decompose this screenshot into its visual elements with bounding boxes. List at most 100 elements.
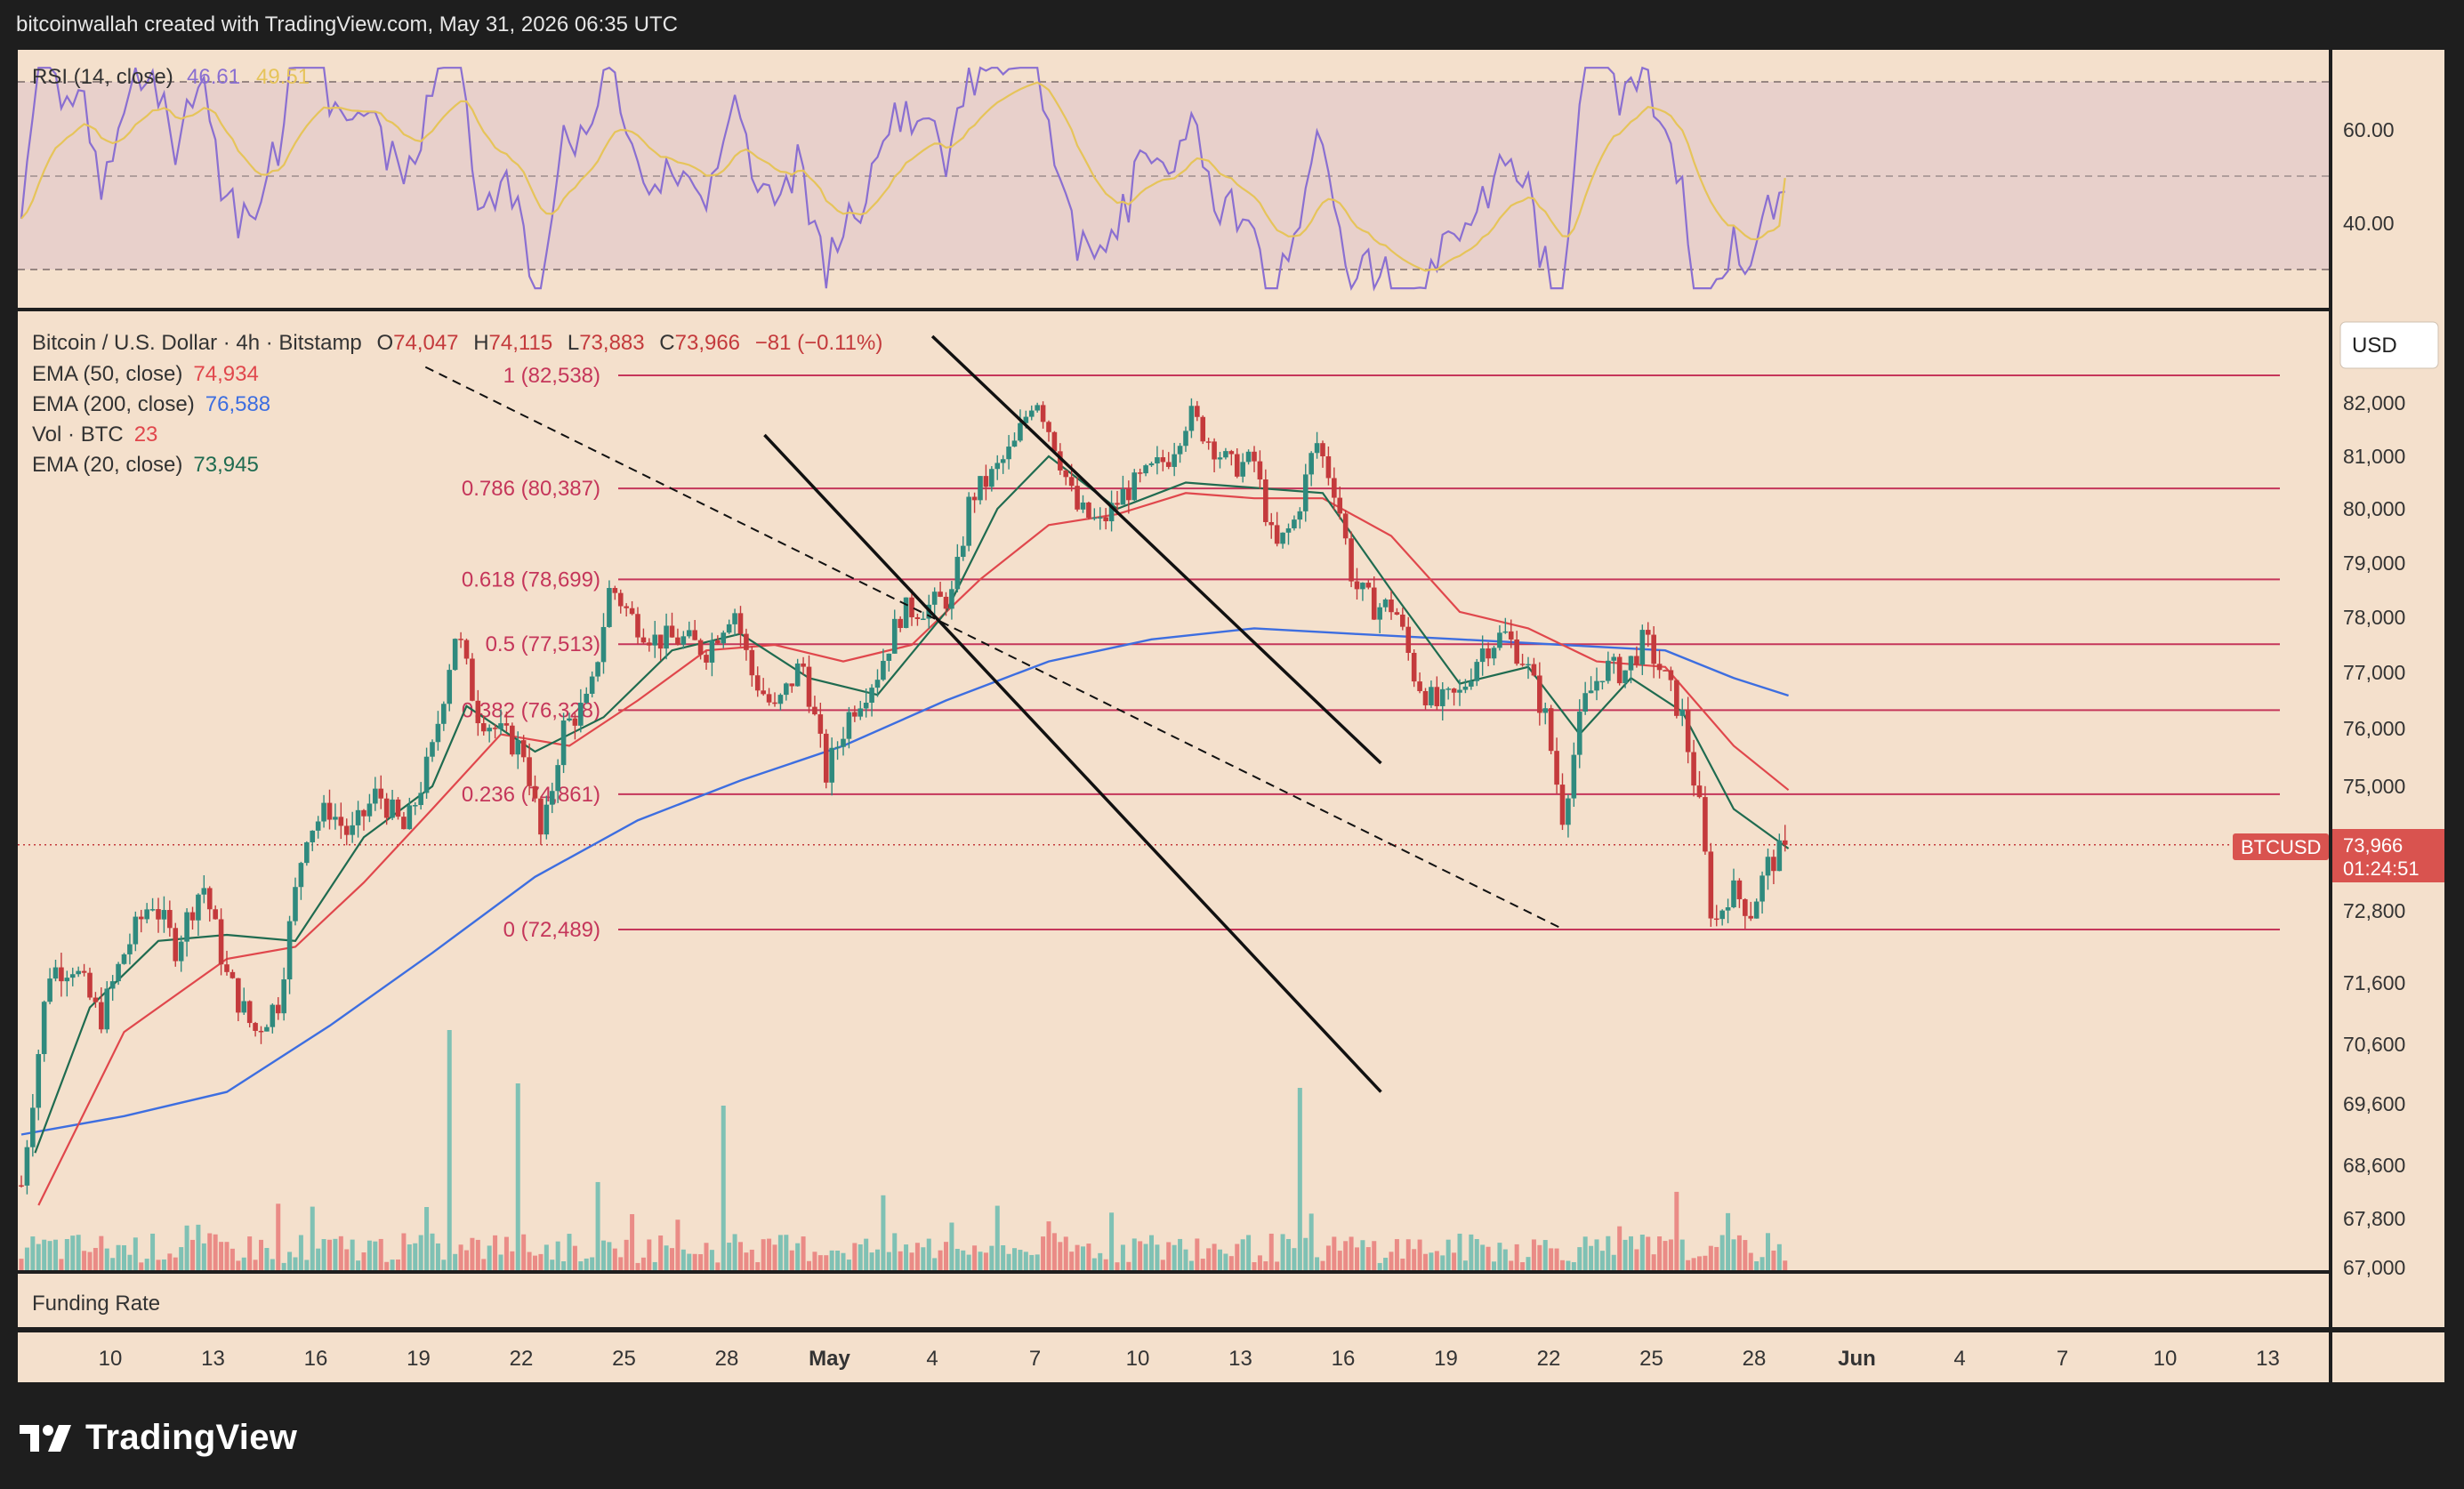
volume-bar bbox=[418, 1235, 423, 1270]
volume-bar bbox=[1679, 1239, 1685, 1270]
volume-bar bbox=[390, 1260, 395, 1270]
volume-bar bbox=[772, 1244, 777, 1270]
volume-bar bbox=[1457, 1233, 1462, 1270]
candle-body bbox=[241, 1001, 247, 1013]
time-tick-label: May bbox=[809, 1347, 850, 1371]
candle-body bbox=[298, 863, 304, 888]
volume-bar bbox=[1228, 1256, 1234, 1270]
candle-body bbox=[886, 653, 892, 661]
volume-bar bbox=[116, 1244, 121, 1270]
candle-body bbox=[874, 680, 881, 688]
ema20-legend: EMA (20, close) bbox=[32, 453, 182, 477]
candle-body bbox=[686, 630, 692, 637]
candle-body bbox=[321, 802, 326, 822]
volume-bar bbox=[1206, 1248, 1212, 1270]
candle-body bbox=[156, 909, 161, 920]
candle-body bbox=[1743, 898, 1748, 916]
volume-bar bbox=[293, 1257, 298, 1270]
candle-body bbox=[229, 971, 236, 978]
volume-bar bbox=[127, 1254, 133, 1270]
candle-body bbox=[754, 675, 761, 691]
volume-bar bbox=[1474, 1239, 1479, 1270]
candle-body bbox=[69, 974, 76, 978]
time-tick-label: 7 bbox=[1029, 1347, 1041, 1371]
funding-rate-label: Funding Rate bbox=[32, 1292, 160, 1316]
candle-body bbox=[116, 963, 121, 982]
volume-bar bbox=[966, 1254, 971, 1270]
candle-body bbox=[333, 817, 338, 820]
volume-bar bbox=[1212, 1244, 1217, 1270]
candle-body bbox=[435, 723, 441, 743]
volume-bar bbox=[1280, 1234, 1285, 1270]
candle-body bbox=[275, 1004, 281, 1014]
volume-bar bbox=[190, 1239, 195, 1270]
candle-body bbox=[447, 670, 453, 704]
volume-bar bbox=[983, 1252, 988, 1270]
volume-bar bbox=[858, 1244, 863, 1270]
candle-body bbox=[138, 916, 144, 920]
candle-body bbox=[898, 618, 903, 628]
volume-bar bbox=[150, 1233, 156, 1270]
candle-body bbox=[1429, 687, 1434, 705]
candle-body bbox=[286, 921, 293, 980]
time-tick-label: 19 bbox=[1434, 1347, 1458, 1371]
volume-bar bbox=[1623, 1239, 1628, 1270]
volume-bar bbox=[133, 1237, 138, 1270]
candle-body bbox=[326, 802, 333, 820]
candle-body bbox=[418, 793, 423, 806]
volume-bar bbox=[76, 1235, 81, 1270]
volume-bar bbox=[424, 1207, 430, 1270]
ema20-legend-value: 73,945 bbox=[193, 453, 258, 477]
volume-bar bbox=[704, 1243, 709, 1270]
price-tick-label: 75,000 bbox=[2343, 775, 2405, 798]
candle-body bbox=[378, 788, 384, 799]
volume-bar bbox=[1731, 1239, 1736, 1270]
candle-body bbox=[921, 618, 926, 621]
volume-bar bbox=[241, 1257, 246, 1270]
candle-body bbox=[1183, 431, 1188, 447]
volume-bar bbox=[1001, 1245, 1006, 1270]
candle-body bbox=[1606, 660, 1611, 681]
candle-body bbox=[549, 791, 555, 805]
candle-body bbox=[846, 712, 852, 739]
candle-body bbox=[817, 714, 824, 734]
volume-bar bbox=[914, 1243, 920, 1270]
candle-body bbox=[59, 967, 64, 982]
tradingview-logo[interactable]: TradingView bbox=[20, 1418, 297, 1458]
candle-body bbox=[1486, 648, 1491, 659]
volume-bar bbox=[1268, 1233, 1274, 1270]
candle-body bbox=[1115, 503, 1120, 505]
candle-body bbox=[1753, 901, 1759, 919]
candle-body bbox=[766, 694, 772, 703]
candle-body bbox=[1137, 472, 1143, 474]
time-axis-panel bbox=[18, 1332, 2329, 1382]
candle-body bbox=[1160, 457, 1166, 463]
volume-bar bbox=[954, 1249, 960, 1270]
ema200-legend-value: 76,588 bbox=[205, 392, 270, 416]
time-tick-label: 10 bbox=[99, 1347, 123, 1371]
candle-body bbox=[949, 589, 954, 609]
candle-body bbox=[1405, 626, 1412, 653]
volume-bar bbox=[510, 1251, 515, 1270]
candle-body bbox=[109, 981, 116, 989]
candle-body bbox=[1188, 406, 1195, 431]
candle-body bbox=[858, 708, 864, 717]
volume-bar bbox=[904, 1244, 909, 1270]
fib-level-label: 0.5 (77,513) bbox=[486, 632, 600, 656]
candle-body bbox=[806, 666, 812, 707]
candle-body bbox=[954, 557, 961, 590]
candle-body bbox=[1274, 525, 1280, 544]
candle-body bbox=[1006, 447, 1011, 460]
volume-bar bbox=[1429, 1252, 1434, 1270]
volume-bar bbox=[333, 1238, 338, 1270]
fib-level-label: 0.618 (78,699) bbox=[462, 567, 600, 592]
volume-bar bbox=[1606, 1235, 1611, 1270]
volume-bar bbox=[1502, 1249, 1508, 1270]
symbol-title: Bitcoin / U.S. Dollar · 4h · Bitstamp bbox=[32, 331, 362, 355]
candle-body bbox=[515, 740, 521, 755]
fib-level-label: 0.786 (80,387) bbox=[462, 477, 600, 501]
candle-body bbox=[801, 663, 806, 667]
volume-bar bbox=[378, 1238, 383, 1270]
volume-bar bbox=[761, 1239, 766, 1270]
close-value: 73,966 bbox=[675, 331, 740, 355]
